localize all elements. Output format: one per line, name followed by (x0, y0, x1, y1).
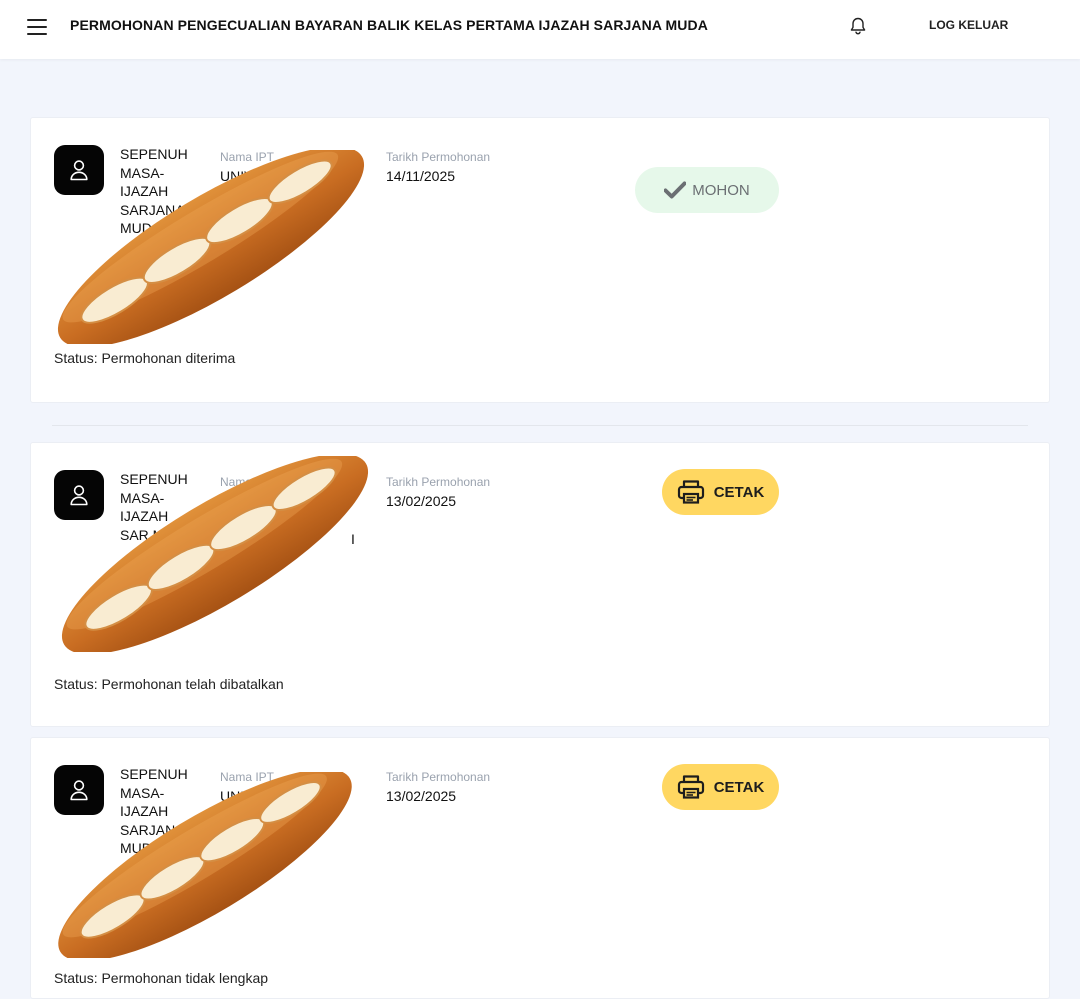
printer-icon (677, 480, 704, 504)
check-icon (664, 181, 687, 199)
application-date-value: 13/02/2025 (386, 788, 457, 804)
baguette-bread-icon (61, 456, 369, 652)
application-date-value: 13/02/2025 (386, 493, 457, 509)
print-button[interactable]: CETAK (662, 764, 779, 810)
baguette-bread-icon (58, 772, 352, 958)
hamburger-menu-icon[interactable] (27, 17, 49, 37)
page-title: PERMOHONAN PENGECUALIAN BAYARAN BALIK KE… (70, 17, 708, 33)
bell-icon[interactable] (848, 16, 868, 36)
divider (52, 425, 1028, 426)
print-button-label: CETAK (713, 778, 765, 796)
application-date-label: Tarikh Permohonan (386, 770, 491, 784)
apply-button-label: MOHON (692, 181, 750, 199)
logout-button[interactable]: LOG KELUAR (929, 18, 1008, 32)
application-date-label: Tarikh Permohonan (386, 475, 491, 489)
print-button-label: CETAK (713, 483, 765, 501)
application-status: Status: Permohonan diterima (54, 350, 236, 366)
application-date-value: 14/11/2025 (386, 168, 456, 184)
apply-button[interactable]: MOHON (635, 167, 779, 213)
top-app-bar: PERMOHONAN PENGECUALIAN BAYARAN BALIK KE… (0, 0, 1080, 59)
print-button[interactable]: CETAK (662, 469, 779, 515)
application-date-label: Tarikh Permohonan (386, 150, 491, 164)
baguette-bread-icon (57, 150, 365, 344)
application-status: Status: Permohonan tidak lengkap (54, 970, 269, 986)
application-status: Status: Permohonan telah dibatalkan (54, 676, 284, 692)
printer-icon (677, 775, 704, 799)
